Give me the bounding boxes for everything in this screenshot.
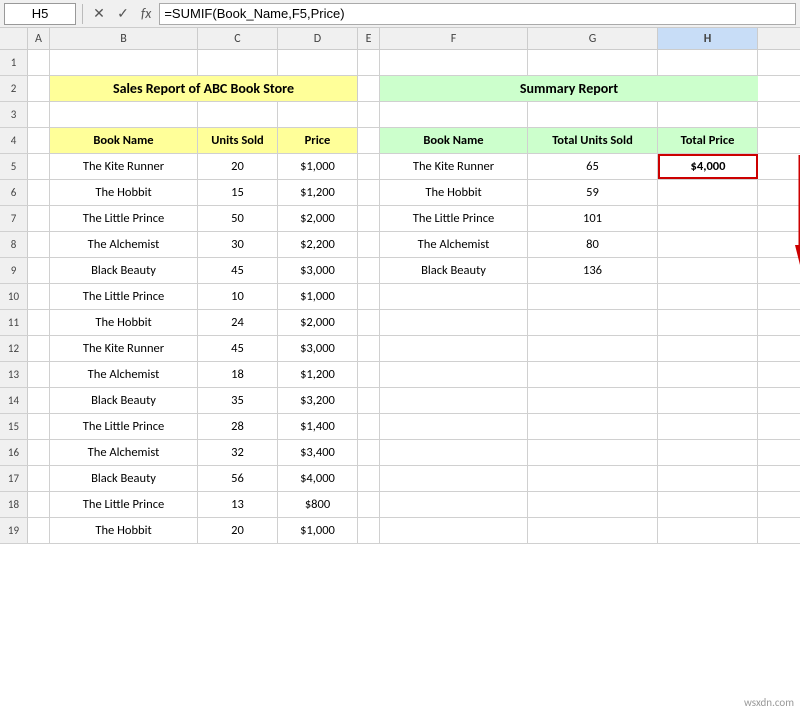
table-row: 19The Hobbit20$1,000 xyxy=(0,518,800,544)
cell-ref-box[interactable] xyxy=(4,3,76,25)
col-header-f[interactable]: F xyxy=(380,28,528,49)
row-number: 3 xyxy=(0,102,28,127)
formula-bar-separator xyxy=(82,4,83,24)
row-number: 18 xyxy=(0,492,28,517)
row-number: 14 xyxy=(0,388,28,413)
row-num-header xyxy=(0,28,28,49)
table-row: 15The Little Prince28$1,400 xyxy=(0,414,800,440)
col-header-d[interactable]: D xyxy=(278,28,358,49)
row-number: 19 xyxy=(0,518,28,543)
col-header-h[interactable]: H xyxy=(658,28,758,49)
table-row: 7The Little Prince50$2,000The Little Pri… xyxy=(0,206,800,232)
table-row: 11The Hobbit24$2,000 xyxy=(0,310,800,336)
table-row: 14Black Beauty35$3,200 xyxy=(0,388,800,414)
col-header-c[interactable]: C xyxy=(198,28,278,49)
col-header-e[interactable]: E xyxy=(358,28,380,49)
confirm-formula-btn[interactable]: ✓ xyxy=(113,4,133,24)
row-number: 8 xyxy=(0,232,28,257)
row-number: 16 xyxy=(0,440,28,465)
table-row: 5The Kite Runner20$1,000The Kite Runner6… xyxy=(0,154,800,180)
table-row: 12The Kite Runner45$3,000 xyxy=(0,336,800,362)
row-number: 15 xyxy=(0,414,28,439)
column-header-row: A B C D E F G H xyxy=(0,28,800,50)
table-row: 13The Alchemist18$1,200 xyxy=(0,362,800,388)
selected-h5-cell[interactable]: $4,000 xyxy=(658,154,758,179)
formula-input[interactable] xyxy=(159,3,796,25)
spreadsheet: 12 Sales Report of ABC Book Store Summary … xyxy=(0,50,800,544)
col-header-b[interactable]: B xyxy=(50,28,198,49)
row-number: 5 xyxy=(0,154,28,179)
watermark: wsxdn.com xyxy=(744,696,794,709)
table-row: 9Black Beauty45$3,000Black Beauty136 xyxy=(0,258,800,284)
row-number: 6 xyxy=(0,180,28,205)
table-row: 6The Hobbit15$1,200The Hobbit59 xyxy=(0,180,800,206)
fx-label: fx xyxy=(141,5,151,22)
row-number: 17 xyxy=(0,466,28,491)
table-row: 4Book NameUnits SoldPriceBook NameTotal … xyxy=(0,128,800,154)
row-number: 13 xyxy=(0,362,28,387)
row-number: 2 xyxy=(0,76,28,101)
right-title: Summary Report xyxy=(380,76,758,101)
col-header-a[interactable]: A xyxy=(28,28,50,49)
cancel-formula-btn[interactable]: ✕ xyxy=(89,4,109,24)
row-number: 9 xyxy=(0,258,28,283)
row-number: 7 xyxy=(0,206,28,231)
col-header-g[interactable]: G xyxy=(528,28,658,49)
table-row: 2 Sales Report of ABC Book Store Summary R… xyxy=(0,76,800,102)
table-row: 16The Alchemist32$3,400 xyxy=(0,440,800,466)
row-number: 4 xyxy=(0,128,28,153)
row-number: 1 xyxy=(0,50,28,75)
table-row: 8The Alchemist30$2,200The Alchemist80 xyxy=(0,232,800,258)
left-title: Sales Report of ABC Book Store xyxy=(50,76,358,101)
row-number: 11 xyxy=(0,310,28,335)
table-row: 3 xyxy=(0,102,800,128)
row-number: 10 xyxy=(0,284,28,309)
table-row: 1 xyxy=(0,50,800,76)
table-row: 17Black Beauty56$4,000 xyxy=(0,466,800,492)
formula-bar: ✕ ✓ fx xyxy=(0,0,800,28)
row-number: 12 xyxy=(0,336,28,361)
table-row: 10The Little Prince10$1,000 xyxy=(0,284,800,310)
table-row: 18The Little Prince13$800 xyxy=(0,492,800,518)
